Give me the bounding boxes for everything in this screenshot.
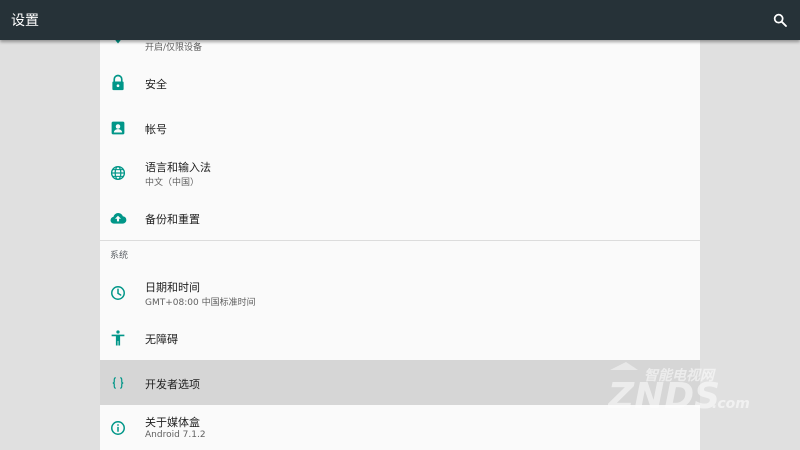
category-system: 系统 xyxy=(110,251,129,261)
section-divider xyxy=(100,240,700,241)
clock-icon xyxy=(111,286,125,300)
code-braces-icon xyxy=(112,377,124,389)
location-icon xyxy=(115,40,121,44)
accessibility-icon xyxy=(111,330,125,346)
developer-title: 开发者选项 xyxy=(145,378,200,391)
account-box-icon xyxy=(111,121,125,135)
setting-datetime[interactable]: 日期和时间 GMT+08:00 中国标准时间 xyxy=(100,270,700,315)
setting-language[interactable]: 语言和输入法 中文（中国） xyxy=(100,150,700,195)
about-summary: Android 7.1.2 xyxy=(145,430,206,440)
watermark-text-main: ZNDS xyxy=(608,376,720,417)
security-title: 安全 xyxy=(145,78,167,91)
search-icon[interactable] xyxy=(772,12,788,28)
datetime-title: 日期和时间 xyxy=(145,281,200,294)
language-summary: 中文（中国） xyxy=(145,178,200,188)
setting-accounts[interactable]: 帐号 xyxy=(100,105,700,150)
location-summary: 开启/仅限设备 xyxy=(145,43,203,53)
setting-location[interactable]: 开启/仅限设备 xyxy=(100,40,700,53)
globe-icon xyxy=(110,165,126,181)
setting-backup[interactable]: 备份和重置 xyxy=(100,195,700,240)
info-icon xyxy=(111,421,125,435)
backup-title: 备份和重置 xyxy=(145,213,200,226)
accessibility-title: 无障碍 xyxy=(145,333,178,346)
setting-security[interactable]: 安全 xyxy=(100,60,700,105)
datetime-summary: GMT+08:00 中国标准时间 xyxy=(145,298,256,308)
toolbar: 设置 xyxy=(0,0,800,40)
znds-watermark-logo: 智能电视网 ZNDS .com xyxy=(608,362,750,417)
cloud-upload-icon xyxy=(110,212,127,224)
page-title: 设置 xyxy=(11,13,39,29)
language-title: 语言和输入法 xyxy=(145,161,211,174)
setting-accessibility[interactable]: 无障碍 xyxy=(100,315,700,360)
lock-icon xyxy=(112,74,124,91)
about-title: 关于媒体盒 xyxy=(145,416,200,429)
watermark-text-suffix: .com xyxy=(712,396,750,412)
accounts-title: 帐号 xyxy=(145,123,167,136)
